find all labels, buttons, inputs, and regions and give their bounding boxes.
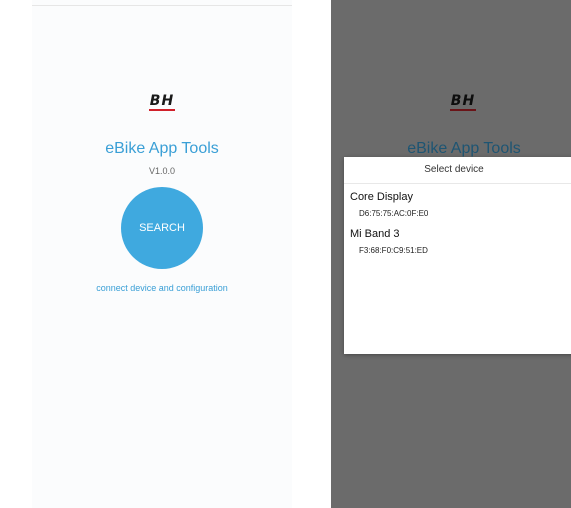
app-version: V1.0.0 (148, 166, 176, 176)
dialog-title: Select device (344, 157, 571, 184)
brand-logo-dimmed: BH (413, 92, 513, 111)
connect-device-link[interactable]: connect device and configuration (32, 283, 292, 293)
search-button[interactable]: SEARCH (121, 187, 203, 269)
app-title: eBike App Tools (105, 140, 219, 157)
brand-logo-text: BH (148, 93, 176, 111)
device-select-screen: BH eBike App Tools Select device Core Di… (331, 0, 571, 508)
app-title-dimmed: eBike App Tools (407, 140, 521, 157)
device-mac-address: F3:68:F0:C9:51:ED (359, 246, 428, 255)
brand-logo: BH (32, 92, 292, 111)
device-name: Core Display (350, 191, 413, 203)
select-device-dialog: Select device Core Display D6:75:75:AC:0… (344, 157, 571, 354)
device-name: Mi Band 3 (350, 228, 400, 240)
device-list-item[interactable]: Mi Band 3 F3:68:F0:C9:51:ED (344, 221, 571, 258)
home-screen: BH eBike App Tools V1.0.0 SEARCH connect… (32, 0, 292, 508)
brand-logo-dimmed-text: BH (449, 93, 477, 111)
device-list-item[interactable]: Core Display D6:75:75:AC:0F:E0 (344, 184, 571, 221)
search-button-label: SEARCH (139, 222, 185, 234)
screenshot-canvas: BH eBike App Tools V1.0.0 SEARCH connect… (0, 0, 571, 508)
device-mac-address: D6:75:75:AC:0F:E0 (359, 209, 429, 218)
status-bar-divider (32, 5, 292, 6)
